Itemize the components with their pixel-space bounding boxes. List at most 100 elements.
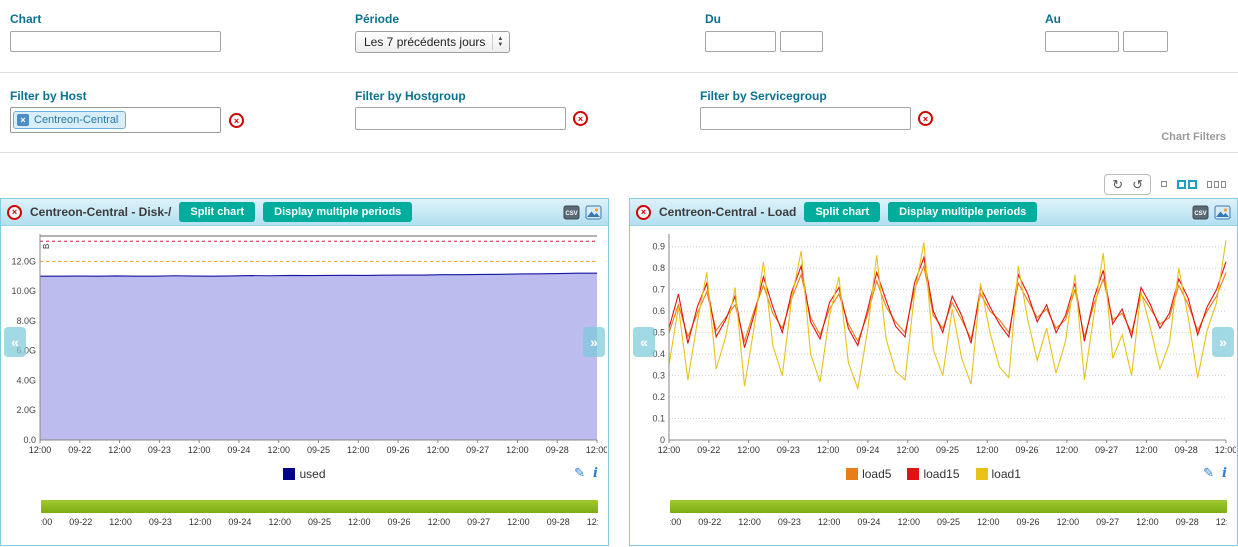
select-stepper-icon: ▲▼ (492, 34, 507, 50)
clear-servicegroup-filter-icon[interactable]: × (918, 111, 933, 126)
info-icon[interactable]: i (593, 466, 598, 481)
prev-period-icon[interactable]: « (633, 327, 655, 357)
edit-icon[interactable]: ✎ (1203, 465, 1214, 481)
layout-three-column-icon[interactable] (1207, 181, 1226, 188)
svg-text:CSV: CSV (1194, 211, 1206, 217)
legend-item[interactable]: load1 (976, 467, 1021, 481)
status-axis-label: 09-26 (388, 517, 411, 527)
svg-text:09-27: 09-27 (466, 445, 489, 455)
filter-by-hostgroup-label: Filter by Hostgroup (355, 89, 466, 103)
svg-text:4.0G: 4.0G (16, 375, 36, 385)
export-image-icon[interactable] (1214, 205, 1231, 220)
legend-item[interactable]: used (283, 467, 325, 481)
svg-text:09-26: 09-26 (387, 445, 410, 455)
status-axis-label: 12:00 (818, 517, 841, 527)
divider (0, 72, 1238, 73)
status-axis-label: 09-22 (698, 517, 721, 527)
close-icon[interactable]: × (7, 205, 22, 220)
servicegroup-filter-input[interactable] (700, 107, 911, 130)
export-csv-icon[interactable]: CSV (563, 205, 580, 220)
clear-host-filter-icon[interactable]: × (229, 113, 244, 128)
status-axis-label: 12:00 (897, 517, 920, 527)
status-bar[interactable] (41, 500, 598, 513)
status-axis-label: 09-28 (547, 517, 570, 527)
split-chart-button[interactable]: Split chart (179, 202, 255, 222)
svg-text:0.1: 0.1 (652, 414, 665, 424)
chart-filter-label: Chart (10, 12, 41, 26)
svg-text:0.6: 0.6 (652, 306, 665, 316)
next-period-icon[interactable]: » (583, 327, 605, 357)
status-axis-label: 09-27 (1096, 517, 1119, 527)
export-icons: CSV (563, 205, 602, 220)
svg-text:09-23: 09-23 (148, 445, 171, 455)
status-axis-label: 12:00 (348, 517, 371, 527)
au-time-input[interactable] (1123, 31, 1168, 52)
svg-text:12:00: 12:00 (817, 445, 840, 455)
du-date-input[interactable] (705, 31, 776, 52)
status-axis-label: 12:00 (1057, 517, 1080, 527)
svg-text:CSV: CSV (565, 211, 577, 217)
svg-text:10.0G: 10.0G (11, 286, 36, 296)
legend-item[interactable]: load5 (846, 467, 891, 481)
refresh-icon[interactable]: ↻ (1112, 178, 1123, 191)
status-axis-label: 09-22 (69, 517, 92, 527)
svg-text:0.9: 0.9 (652, 242, 665, 252)
svg-text:12:00: 12:00 (427, 445, 450, 455)
au-date-input[interactable] (1045, 31, 1119, 52)
periode-select[interactable]: Les 7 précédents jours ▲▼ (355, 31, 510, 53)
legend-item[interactable]: load15 (907, 467, 959, 481)
host-chip[interactable]: × Centreon-Central (13, 111, 126, 129)
status-axis-label: 12:00 (1216, 517, 1227, 527)
load-chart-area[interactable]: 00.10.20.30.40.50.60.70.80.912:0009-2212… (631, 228, 1236, 456)
chip-remove-icon[interactable]: × (17, 114, 29, 126)
svg-text:12:00: 12:00 (586, 445, 607, 455)
svg-text:09-24: 09-24 (856, 445, 879, 455)
status-axis-label: 12:00 (109, 517, 132, 527)
host-chip-label: Centreon-Central (34, 114, 118, 126)
svg-text:09-26: 09-26 (1016, 445, 1039, 455)
hostgroup-filter-input[interactable] (355, 107, 566, 130)
export-image-icon[interactable] (585, 205, 602, 220)
layout-two-column-icon[interactable] (1177, 180, 1197, 189)
svg-text:12:00: 12:00 (1215, 445, 1236, 455)
du-time-input[interactable] (780, 31, 823, 52)
svg-text:09-28: 09-28 (546, 445, 569, 455)
status-bar[interactable] (670, 500, 1227, 513)
display-periods-button[interactable]: Display multiple periods (888, 202, 1037, 222)
status-axis-label: 12:00 (587, 517, 598, 527)
chart-filter-input[interactable] (10, 31, 221, 52)
edit-icon[interactable]: ✎ (574, 465, 585, 481)
svg-text:12:00: 12:00 (108, 445, 131, 455)
prev-period-icon[interactable]: « (4, 327, 26, 357)
next-period-icon[interactable]: » (1212, 327, 1234, 357)
split-chart-button[interactable]: Split chart (804, 202, 880, 222)
svg-text:09-24: 09-24 (227, 445, 250, 455)
status-axis-label: 09-26 (1017, 517, 1040, 527)
close-icon[interactable]: × (636, 205, 651, 220)
svg-text:12:00: 12:00 (29, 445, 52, 455)
status-axis-labels: 12:0009-2212:0009-2312:0009-2412:0009-25… (670, 516, 1227, 530)
clear-hostgroup-filter-icon[interactable]: × (573, 111, 588, 126)
du-label: Du (705, 12, 721, 26)
layout-single-icon[interactable] (1161, 181, 1167, 187)
export-csv-icon[interactable]: CSV (1192, 205, 1209, 220)
info-icon[interactable]: i (1222, 466, 1227, 481)
disk-chart-area[interactable]: 0.02.0G4.0G6.0G8.0G10.0G12.0G12:0009-221… (2, 228, 607, 456)
status-axis-label: 12:00 (977, 517, 1000, 527)
svg-text:0.8: 0.8 (652, 263, 665, 273)
status-axis-label: 09-25 (308, 517, 331, 527)
svg-text:0.7: 0.7 (652, 285, 665, 295)
status-axis-label: 12:00 (428, 517, 451, 527)
svg-text:2.0G: 2.0G (16, 405, 36, 415)
status-axis-label: 12:00 (507, 517, 530, 527)
svg-text:B: B (42, 244, 51, 249)
host-filter-input[interactable]: × Centreon-Central (10, 107, 221, 133)
svg-text:12.0G: 12.0G (11, 256, 36, 266)
svg-text:0.2: 0.2 (652, 392, 665, 402)
svg-text:09-28: 09-28 (1175, 445, 1198, 455)
auto-refresh-icon[interactable]: ↺ (1132, 178, 1143, 191)
svg-text:0: 0 (660, 435, 665, 445)
display-periods-button[interactable]: Display multiple periods (263, 202, 412, 222)
svg-text:09-22: 09-22 (68, 445, 91, 455)
svg-text:12:00: 12:00 (347, 445, 370, 455)
